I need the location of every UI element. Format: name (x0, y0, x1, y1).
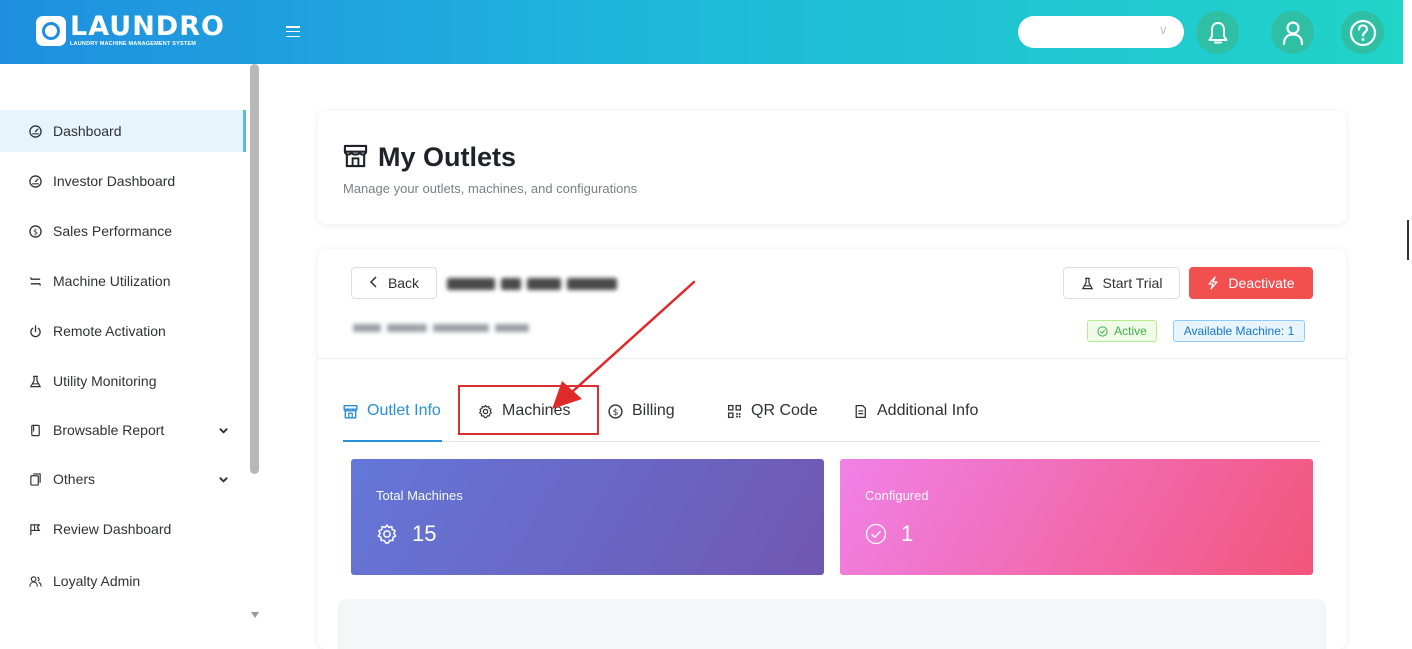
back-label: Back (387, 275, 420, 291)
chevron-down-icon[interactable] (218, 472, 229, 488)
total-machines-card: Total Machines 15 (351, 459, 824, 575)
window-scrollbar[interactable] (1404, 0, 1412, 649)
brand-logo[interactable]: LAUNDRO LAUNDRY MACHINE MANAGEMENT SYSTE… (36, 11, 225, 47)
sidebar: Dashboard Investor Dashboard $ Sales Per… (0, 64, 262, 649)
sidebar-item-label: Loyalty Admin (53, 573, 141, 589)
configured-card: Configured 1 (840, 459, 1313, 575)
sidebar-item-label: Sales Performance (53, 223, 173, 239)
stat-value: 1 (901, 521, 914, 546)
content-panel (338, 599, 1326, 649)
start-trial-label: Start Trial (1102, 275, 1163, 291)
chevron-down-icon: ∨ (1158, 22, 1168, 37)
outlet-name-redacted (447, 275, 617, 293)
stat-label: Total Machines (376, 488, 463, 503)
brand-name: LAUNDRO (70, 11, 225, 42)
bell-icon[interactable] (1196, 11, 1239, 54)
sidebar-item-loyalty-admin[interactable]: Loyalty Admin (0, 560, 246, 602)
gauge-icon (28, 174, 42, 188)
dollar-circle-icon: $ (608, 404, 623, 419)
sidebar-item-label: Remote Activation (53, 323, 166, 339)
top-header: LAUNDRO LAUNDRY MACHINE MANAGEMENT SYSTE… (0, 0, 1403, 64)
logo-mark-icon (36, 15, 66, 46)
check-circle-icon (1097, 325, 1108, 337)
sidebar-item-utility-monitoring[interactable]: Utility Monitoring (0, 360, 246, 402)
menu-icon[interactable] (286, 26, 300, 37)
sidebar-item-label: Investor Dashboard (53, 173, 176, 189)
page-header-card: My Outlets Manage your outlets, machines… (318, 111, 1346, 224)
sidebar-item-label: Browsable Report (53, 422, 165, 438)
chevron-down-icon[interactable] (218, 423, 229, 439)
page-subtitle: Manage your outlets, machines, and confi… (343, 181, 638, 196)
outlet-select[interactable]: ∨ (1018, 16, 1184, 48)
available-machine-badge: Available Machine: 1 (1173, 320, 1305, 342)
deactivate-button[interactable]: Deactivate (1189, 267, 1313, 299)
copy-icon (28, 472, 42, 486)
qrcode-icon (727, 404, 742, 419)
users-icon (28, 574, 42, 588)
flag-icon (28, 522, 42, 536)
help-icon[interactable] (1341, 11, 1384, 54)
sidebar-item-browsable-report[interactable]: Browsable Report (0, 409, 246, 451)
sidebar-item-others[interactable]: Others (0, 458, 246, 500)
check-circle-icon (865, 523, 887, 545)
sidebar-item-label: Review Dashboard (53, 521, 172, 537)
chevron-left-icon (369, 275, 378, 291)
sidebar-item-machine-utilization[interactable]: Machine Utilization (0, 260, 246, 302)
outlet-address-redacted (353, 321, 529, 335)
tab-additional-info[interactable]: Additional Info (853, 402, 978, 442)
tab-qr-code[interactable]: QR Code (727, 402, 818, 442)
status-label: Active (1114, 324, 1147, 338)
gauge-icon (28, 124, 42, 138)
outlet-detail-card: Back Start Trial Deactivate Active Avail… (318, 249, 1346, 649)
stat-label: Configured (865, 488, 929, 503)
sidebar-item-dashboard[interactable]: Dashboard (0, 110, 246, 152)
lightning-icon (1207, 276, 1219, 290)
tab-label: QR Code (751, 402, 818, 419)
sidebar-item-sales-performance[interactable]: $ Sales Performance (0, 210, 246, 252)
sidebar-item-investor-dashboard[interactable]: Investor Dashboard (0, 160, 246, 202)
sidebar-item-label: Utility Monitoring (53, 373, 157, 389)
status-badge: Active (1087, 320, 1157, 342)
brand-tagline: LAUNDRY MACHINE MANAGEMENT SYSTEM (70, 41, 197, 47)
dollar-circle-icon: $ (28, 224, 42, 238)
tab-label: Outlet Info (367, 402, 441, 419)
swap-icon (28, 274, 42, 288)
start-trial-button[interactable]: Start Trial (1063, 267, 1180, 299)
flask-icon (28, 374, 42, 388)
tab-billing[interactable]: $ Billing (608, 402, 675, 442)
scroll-down-icon[interactable] (251, 612, 259, 618)
stat-value: 15 (412, 521, 437, 546)
sidebar-item-remote-activation[interactable]: Remote Activation (0, 310, 246, 352)
divider (318, 358, 1346, 359)
deactivate-label: Deactivate (1228, 275, 1295, 291)
svg-text:$: $ (613, 408, 619, 418)
store-icon (343, 404, 358, 419)
sidebar-item-label: Others (53, 471, 96, 487)
back-button[interactable]: Back (351, 267, 437, 299)
svg-text:$: $ (32, 227, 37, 236)
sidebar-item-label: Dashboard (53, 123, 122, 139)
sidebar-scrollbar[interactable] (250, 64, 259, 474)
power-icon (28, 324, 42, 338)
sidebar-item-review-dashboard[interactable]: Review Dashboard (0, 508, 246, 550)
annotation-highlight-box (458, 385, 599, 435)
tab-label: Additional Info (877, 402, 979, 419)
tab-label: Billing (632, 402, 675, 419)
store-icon (343, 143, 368, 173)
document-icon (28, 423, 42, 437)
gear-icon (376, 523, 398, 545)
file-icon (853, 404, 868, 419)
user-icon[interactable] (1271, 11, 1314, 54)
page-title: My Outlets (378, 142, 517, 172)
flask-icon (1081, 277, 1094, 290)
tab-outlet-info[interactable]: Outlet Info (343, 402, 442, 442)
sidebar-item-label: Machine Utilization (53, 273, 171, 289)
